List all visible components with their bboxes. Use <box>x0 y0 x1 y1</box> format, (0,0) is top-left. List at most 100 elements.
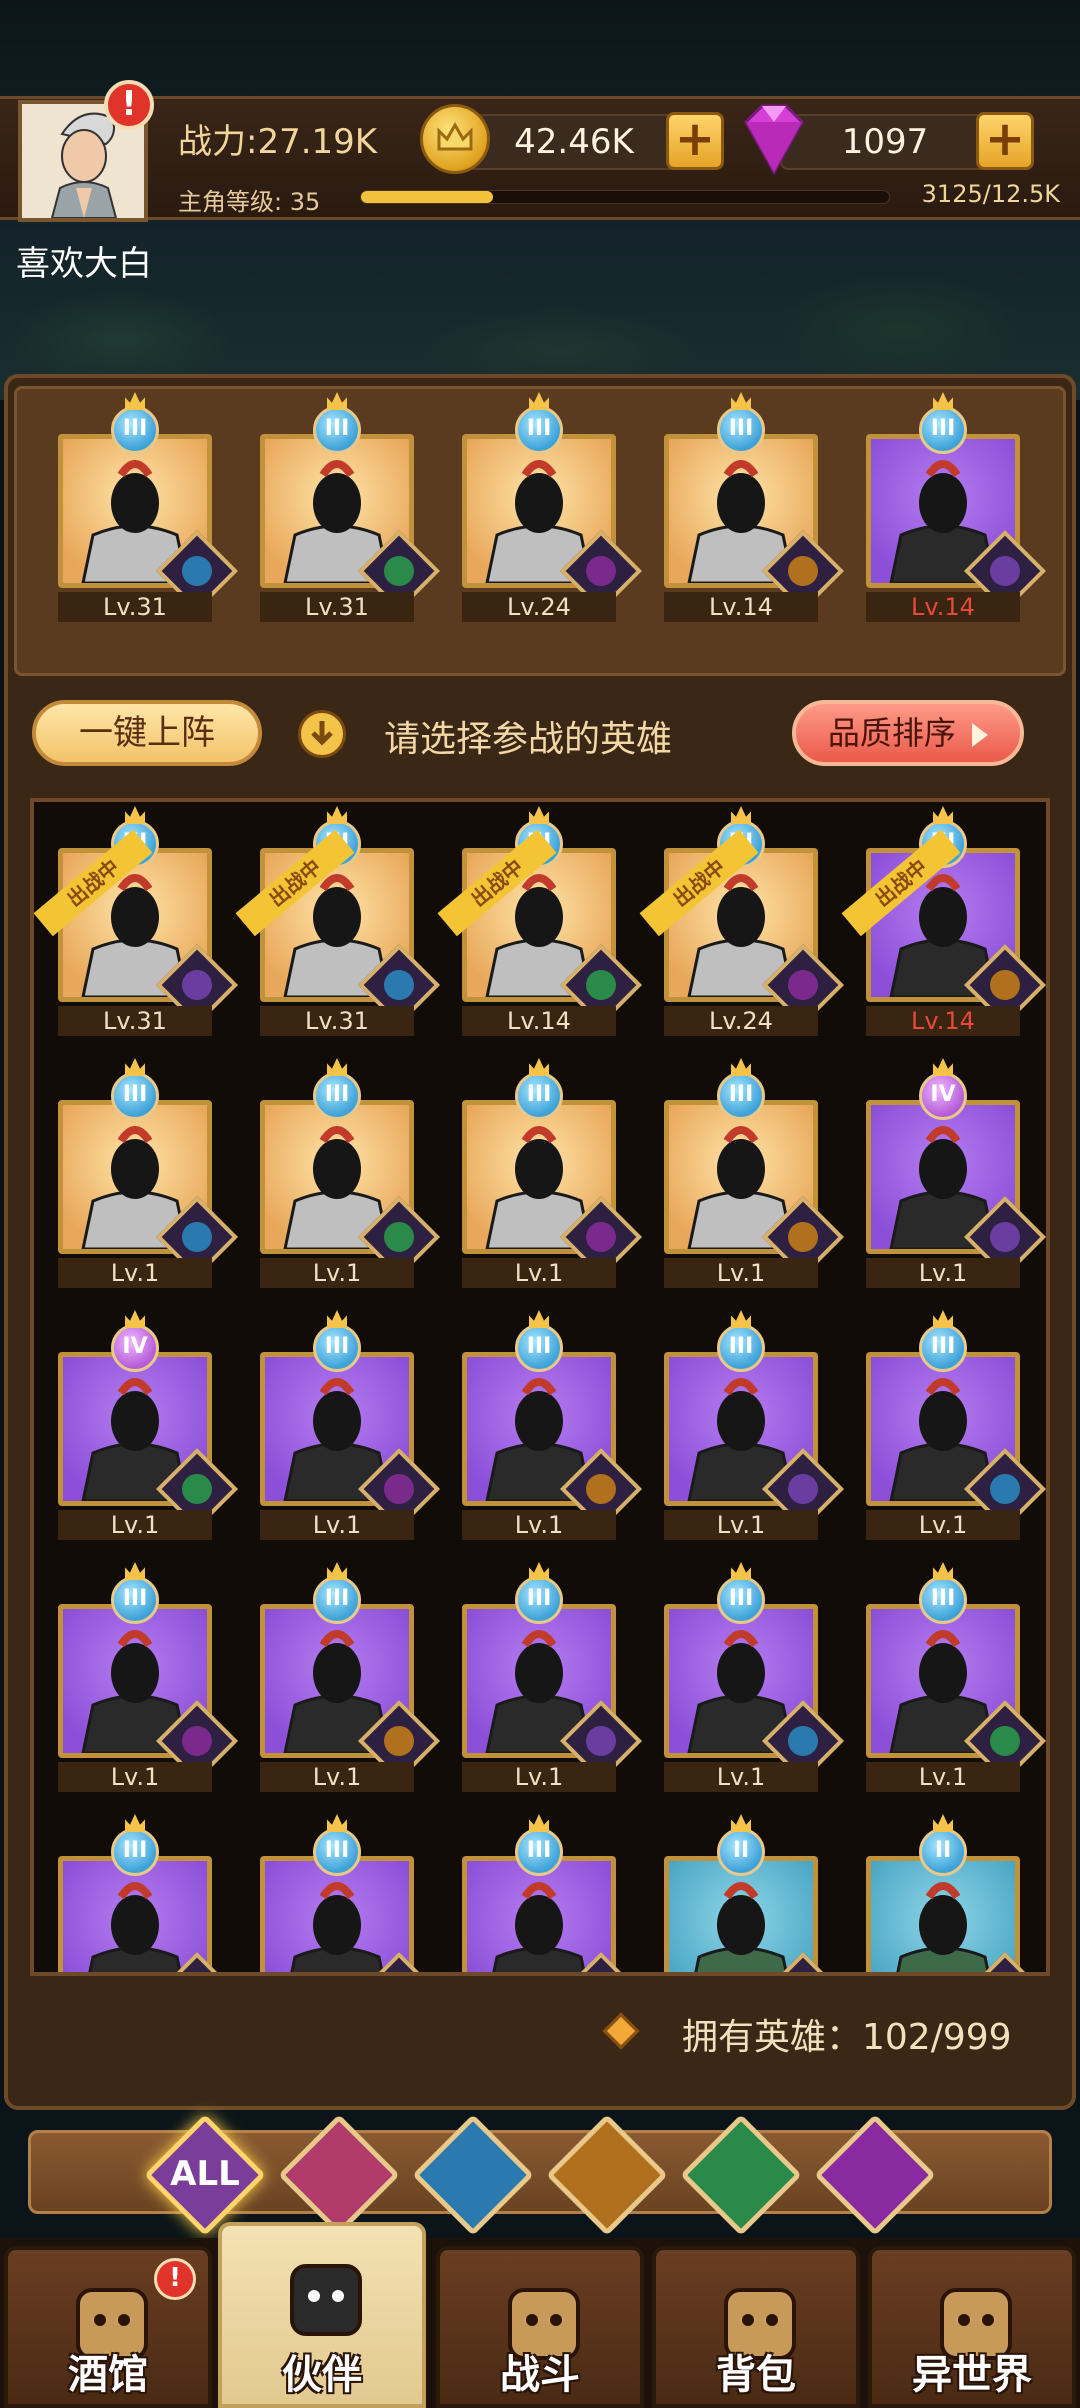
rank-badge-icon: II <box>701 1814 781 1884</box>
hero-level: Lv.1 <box>58 1258 212 1288</box>
combat-power: 战力:27.19K <box>178 122 378 162</box>
rank-badge-icon: III <box>297 1058 377 1128</box>
nav-tab-otherworld[interactable]: 异世界 <box>868 2246 1076 2408</box>
crown-icon <box>125 806 145 824</box>
nav-tab-bag[interactable]: 背包 <box>652 2246 860 2408</box>
rank-gem: III <box>111 406 159 454</box>
rank-badge-icon: IV <box>95 1310 175 1380</box>
hero-roster[interactable]: IIILv.31出战中 IIILv.31出战中 IIILv.14出战中 IIIL… <box>30 798 1050 1976</box>
rank-gem: III <box>111 1072 159 1120</box>
hero-level: Lv.1 <box>462 1510 616 1540</box>
player-alert-badge: ! <box>104 80 154 130</box>
rank-badge-icon: III <box>297 1562 377 1632</box>
rank-badge-icon: III <box>95 1814 175 1884</box>
hero-level: Lv.1 <box>58 1762 212 1792</box>
rank-badge-icon: III <box>297 1814 377 1884</box>
rank-gem: III <box>717 1576 765 1624</box>
player-name: 喜欢大白 <box>16 244 152 284</box>
player-level: 主角等级: 35 <box>178 188 321 216</box>
add-gem-button[interactable]: + <box>976 112 1034 170</box>
rank-badge-icon: III <box>499 1310 579 1380</box>
hero-level: Lv.1 <box>260 1258 414 1288</box>
rank-badge-icon: IV <box>903 1058 983 1128</box>
rank-badge-icon: III <box>297 392 377 462</box>
rank-badge-icon: III <box>903 1562 983 1632</box>
rank-badge-icon: III <box>903 1310 983 1380</box>
nav-tab-partner[interactable]: 伙伴 <box>218 2222 426 2408</box>
nav-label: 异世界 <box>912 2352 1032 2398</box>
quality-sort-button[interactable]: 品质排序 <box>792 700 1024 766</box>
rank-gem: III <box>313 1576 361 1624</box>
nav-label: 伙伴 <box>282 2352 362 2398</box>
rank-gem: III <box>515 406 563 454</box>
partner-icon <box>290 2264 362 2336</box>
filter-label: ALL <box>170 2154 240 2194</box>
download-arrow-icon <box>298 710 346 758</box>
rank-badge-icon: III <box>499 1814 579 1884</box>
rank-gem: II <box>919 1828 967 1876</box>
crown-icon <box>933 1814 953 1832</box>
crown-icon <box>327 1310 347 1328</box>
nav-label: 酒馆 <box>68 2352 148 2398</box>
crown-icon <box>731 1058 751 1076</box>
rank-badge-icon: III <box>95 1562 175 1632</box>
crown-icon <box>731 1562 751 1580</box>
rank-gem: III <box>919 1324 967 1372</box>
hero-level: Lv.31 <box>260 1006 414 1036</box>
sort-label: 品质排序 <box>827 714 956 752</box>
diamond-icon <box>602 2012 640 2050</box>
rank-gem: III <box>717 1324 765 1372</box>
hero-level: Lv.1 <box>664 1762 818 1792</box>
background-forest <box>0 220 1080 400</box>
crown-icon <box>933 1562 953 1580</box>
action-row: 一键上阵 请选择参战的英雄 品质排序 <box>0 700 1080 770</box>
add-gold-button[interactable]: + <box>666 112 724 170</box>
owned-heroes-row: 拥有英雄：102/999 <box>0 2000 1080 2060</box>
hero-level: Lv.1 <box>462 1258 616 1288</box>
select-prompt: 请选择参战的英雄 <box>384 719 673 760</box>
crown-icon <box>327 806 347 824</box>
hero-level: Lv.31 <box>58 1006 212 1036</box>
rank-gem: III <box>515 1072 563 1120</box>
crown-icon <box>731 806 751 824</box>
hero-level: Lv.31 <box>260 592 414 622</box>
hero-level: Lv.1 <box>866 1258 1020 1288</box>
exp-text: 3125/12.5K <box>921 180 1060 208</box>
crown-icon <box>125 1814 145 1832</box>
hero-level: Lv.14 <box>866 592 1020 622</box>
crown-icon <box>529 1058 549 1076</box>
rank-badge-icon: III <box>95 1058 175 1128</box>
crown-icon <box>933 1058 953 1076</box>
one-click-deploy-button[interactable]: 一键上阵 <box>32 700 262 766</box>
hero-level: Lv.14 <box>866 1006 1020 1036</box>
rank-gem: III <box>111 1828 159 1876</box>
rank-badge-icon: III <box>701 1562 781 1632</box>
owned-heroes-count: 拥有英雄：102/999 <box>682 2017 1012 2058</box>
nav-label: 战斗 <box>500 2352 580 2398</box>
crown-icon <box>731 1310 751 1328</box>
nav-tab-battle[interactable]: 战斗 <box>436 2246 644 2408</box>
crown-icon <box>529 1310 549 1328</box>
gem-amount: 1097 <box>841 122 929 162</box>
rank-badge-icon: III <box>701 1058 781 1128</box>
rank-badge-icon: II <box>903 1814 983 1884</box>
rank-badge-icon: III <box>499 1562 579 1632</box>
crown-icon <box>125 1562 145 1580</box>
rank-gem: III <box>313 406 361 454</box>
rank-gem: III <box>919 1576 967 1624</box>
crown-icon <box>437 121 473 151</box>
hero-level: Lv.31 <box>58 592 212 622</box>
crown-icon <box>933 1310 953 1328</box>
rank-gem: III <box>313 1828 361 1876</box>
rank-badge-icon: III <box>297 1310 377 1380</box>
crown-icon <box>327 1058 347 1076</box>
crown-icon <box>125 1058 145 1076</box>
crown-icon <box>327 1814 347 1832</box>
rank-gem: III <box>717 406 765 454</box>
gold-amount: 42.46K <box>514 122 634 162</box>
rank-gem: IV <box>111 1324 159 1372</box>
rank-gem: III <box>717 1072 765 1120</box>
crown-icon <box>529 806 549 824</box>
rank-gem: II <box>717 1828 765 1876</box>
crown-icon <box>125 1310 145 1328</box>
